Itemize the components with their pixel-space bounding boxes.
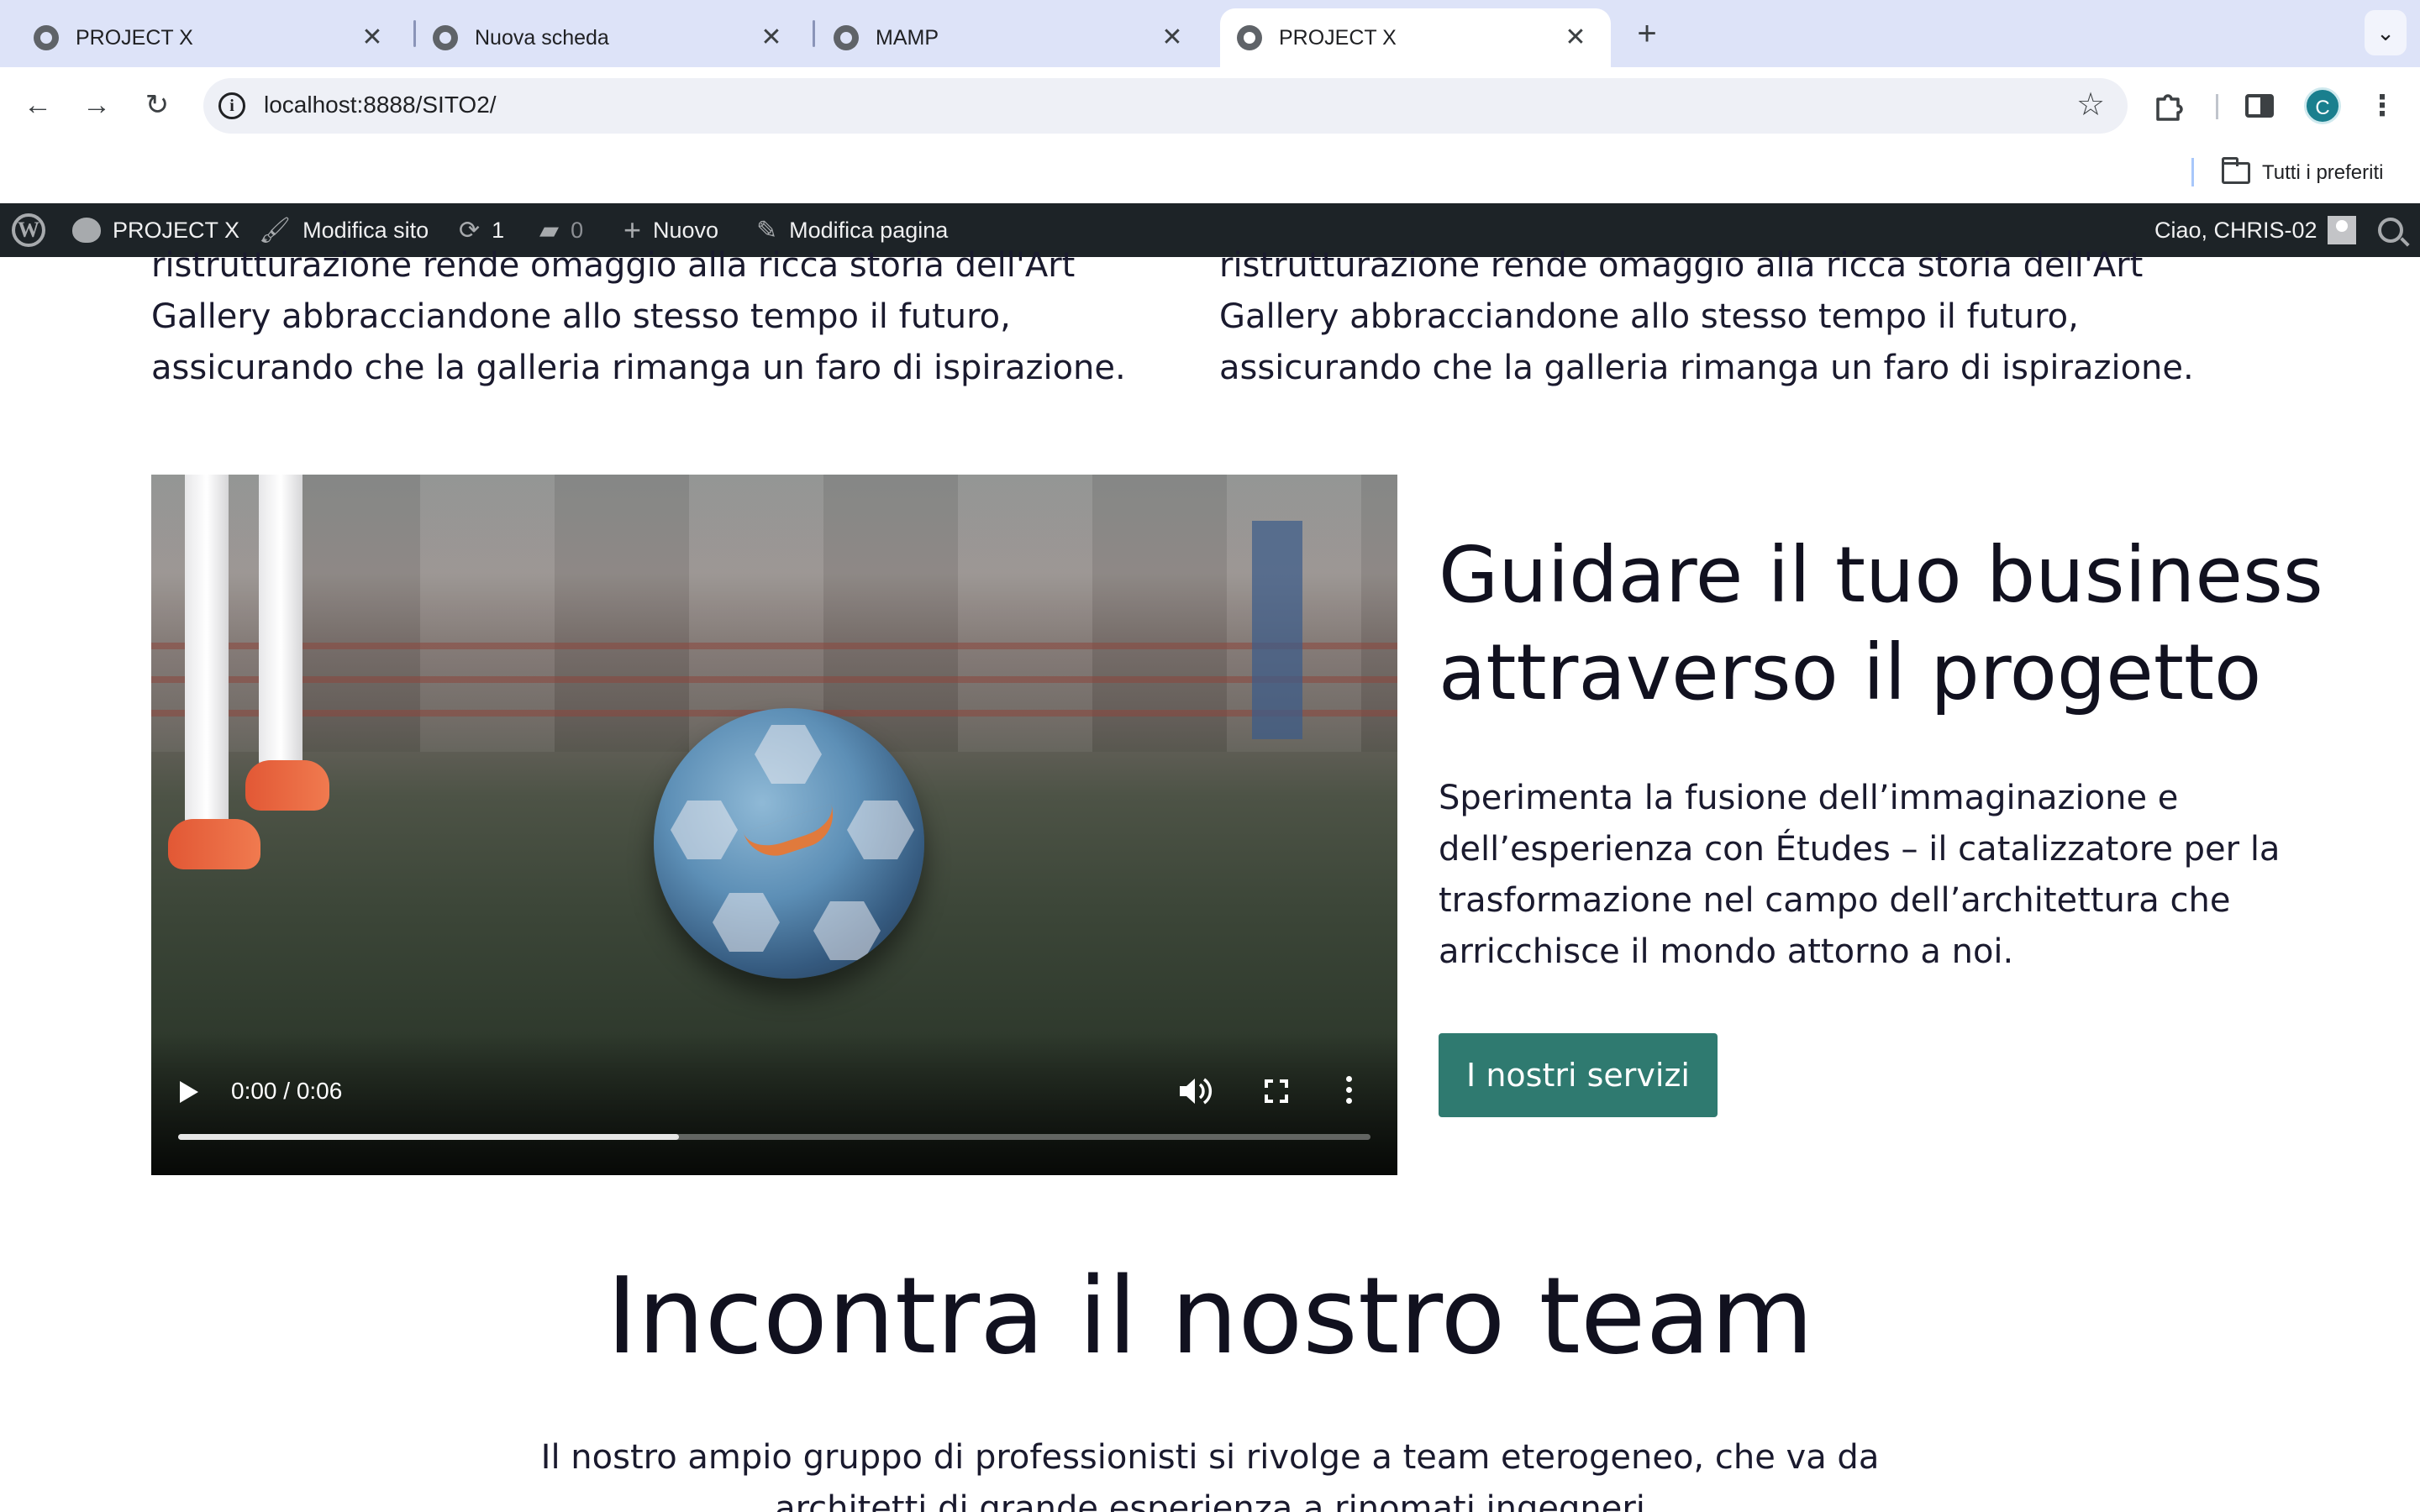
gallery-paragraph-right: ristrutturazione rende omaggio alla ricc… (1219, 246, 2194, 387)
bookmarks-bar: Tutti i preferiti (0, 143, 2420, 203)
team-heading: Incontra il nostro team (606, 1254, 1814, 1378)
folder-icon (2222, 157, 2250, 184)
back-button[interactable]: ← (17, 84, 59, 126)
forward-button[interactable]: → (76, 84, 118, 126)
player-legs (168, 475, 329, 886)
volume-icon[interactable] (1178, 1076, 1215, 1106)
tab-search-button[interactable]: ⌄ (2365, 10, 2407, 55)
edit-site-label: Modifica sito (302, 217, 429, 243)
edit-page-label: Modifica pagina (789, 217, 949, 243)
tab-strip: PROJECT X ✕ Nuova scheda ✕ MAMP ✕ PROJEC… (0, 0, 2420, 67)
wordpress-favicon-icon (34, 25, 59, 50)
close-icon[interactable]: ✕ (755, 21, 788, 55)
close-icon[interactable]: ✕ (1559, 21, 1592, 55)
profile-avatar[interactable]: C (2304, 87, 2341, 124)
more-options-icon[interactable] (1343, 1076, 1355, 1106)
wp-logo-menu[interactable]: W (12, 203, 45, 257)
browser-toolbar: ← → ↻ i localhost:8888/SITO2/ ☆ C ⋮ (0, 67, 2420, 143)
play-icon[interactable] (180, 1081, 198, 1103)
site-info-icon[interactable]: i (218, 92, 245, 119)
url-text[interactable]: localhost:8888/SITO2/ (264, 92, 497, 118)
site-name: PROJECT X (113, 217, 240, 243)
section-heading: Guidare il tuo business attraverso il pr… (1439, 530, 2323, 717)
close-icon[interactable]: ✕ (1155, 21, 1189, 55)
wordpress-logo-icon: W (12, 213, 45, 247)
address-bar[interactable]: i localhost:8888/SITO2/ ☆ (203, 78, 2128, 134)
search-icon (2378, 218, 2403, 243)
new-tab-button[interactable]: + (1626, 15, 1668, 54)
wordpress-favicon-icon (1237, 25, 1262, 50)
admin-search[interactable] (2378, 203, 2403, 257)
services-button[interactable]: I nostri servizi (1439, 1033, 1718, 1117)
reload-button[interactable]: ↻ (136, 84, 178, 126)
tab-mamp[interactable]: MAMP ✕ (800, 8, 1207, 67)
video-progress-bar[interactable] (178, 1134, 1370, 1140)
bookmarks-folder-label: Tutti i preferiti (2262, 161, 2384, 184)
palette-icon (72, 218, 101, 243)
tab-project-x-active[interactable]: PROJECT X ✕ (1220, 8, 1611, 67)
fullscreen-icon[interactable] (1265, 1079, 1288, 1103)
soccer-ball (654, 708, 924, 979)
video-time: 0:00 / 0:06 (231, 1078, 343, 1104)
wordpress-favicon-icon (834, 25, 859, 50)
section-lead-text: Sperimenta la fusione dell’immaginazione… (1439, 779, 2281, 971)
greeting: Ciao, CHRIS-02 (2154, 217, 2317, 243)
all-bookmarks-folder[interactable]: Tutti i preferiti (2222, 157, 2384, 185)
gallery-paragraph-left: ristrutturazione rende omaggio alla ricc… (151, 246, 1126, 387)
side-panel-icon[interactable] (2245, 94, 2274, 118)
close-icon[interactable]: ✕ (355, 21, 389, 55)
tab-title: PROJECT X (76, 25, 193, 50)
toolbar-separator (2216, 94, 2218, 119)
blue-post (1252, 521, 1302, 739)
bookmark-star-icon[interactable]: ☆ (2072, 87, 2109, 123)
bookmarks-separator (2191, 158, 2194, 186)
chrome-icon (433, 25, 458, 50)
new-label: Nuovo (653, 217, 719, 243)
browser-menu-icon[interactable]: ⋮ (2368, 87, 2396, 124)
extensions-icon[interactable] (2153, 89, 2186, 123)
updates-count: 1 (492, 217, 505, 243)
tab-title: MAMP (876, 25, 939, 50)
video-player[interactable]: 0:00 / 0:06 (151, 475, 1397, 1175)
tab-nuova-scheda[interactable]: Nuova scheda ✕ (399, 8, 807, 67)
team-description: Il nostro ampio gruppo di professionisti… (540, 1438, 1880, 1512)
user-avatar (2327, 216, 2356, 244)
tab-title: PROJECT X (1279, 25, 1397, 50)
tab-title: Nuova scheda (475, 25, 609, 50)
video-progress-fill (178, 1134, 679, 1140)
tab-project-x-1[interactable]: PROJECT X ✕ (0, 8, 408, 67)
comments-count: 0 (571, 217, 584, 243)
